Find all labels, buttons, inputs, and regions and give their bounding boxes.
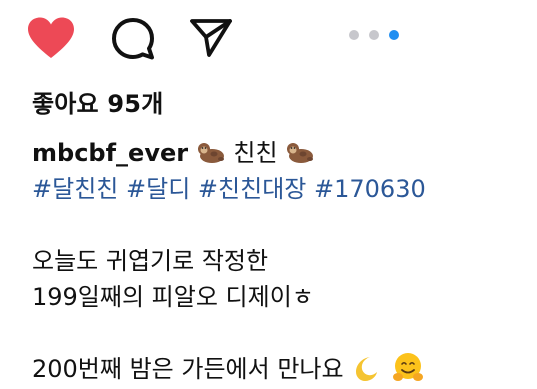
carousel-dot-active[interactable]	[389, 30, 399, 40]
carousel-dot[interactable]	[369, 30, 379, 40]
otter-emoji	[287, 143, 314, 163]
likes-count[interactable]: 좋아요 95개	[32, 84, 163, 119]
otter-emoji	[197, 143, 224, 163]
hugging-face-emoji	[392, 353, 423, 381]
hashtag-line: #달친친 #달디 #친친대장 #170630	[32, 171, 426, 207]
carousel-dot[interactable]	[349, 30, 359, 40]
post-action-bar	[0, 0, 537, 80]
send-icon[interactable]	[189, 17, 233, 59]
hashtag-link[interactable]: #친친대장	[198, 175, 306, 203]
crescent-moon-emoji	[356, 357, 378, 381]
caption-body-line: 199일째의 피알오 디제이ㅎ	[32, 283, 314, 311]
caption-last-line: 200번째 밤은 가든에서 만나요	[32, 351, 426, 387]
caption-head-text: 친친	[233, 139, 278, 167]
heart-filled-icon[interactable]	[26, 16, 76, 60]
hashtag-link[interactable]: #달디	[126, 175, 190, 203]
hashtag-link[interactable]: #달친친	[32, 175, 118, 203]
carousel-dots	[349, 30, 405, 40]
caption-body-line: 오늘도 귀엽기로 작정한	[32, 247, 269, 275]
comment-icon[interactable]	[110, 16, 156, 62]
caption-last-text: 200번째 밤은 가든에서 만나요	[32, 355, 344, 383]
hashtag-link[interactable]: #170630	[314, 175, 426, 203]
caption-header-line: mbcbf_ever 친친	[32, 135, 426, 171]
username[interactable]: mbcbf_ever	[32, 139, 188, 167]
instagram-post-view: 좋아요 95개 mbcbf_ever 친친 #달친친 #달디 #친친대장 #17…	[0, 0, 537, 389]
post-caption: mbcbf_ever 친친 #달친친 #달디 #친친대장 #170630 오늘도…	[32, 135, 426, 387]
